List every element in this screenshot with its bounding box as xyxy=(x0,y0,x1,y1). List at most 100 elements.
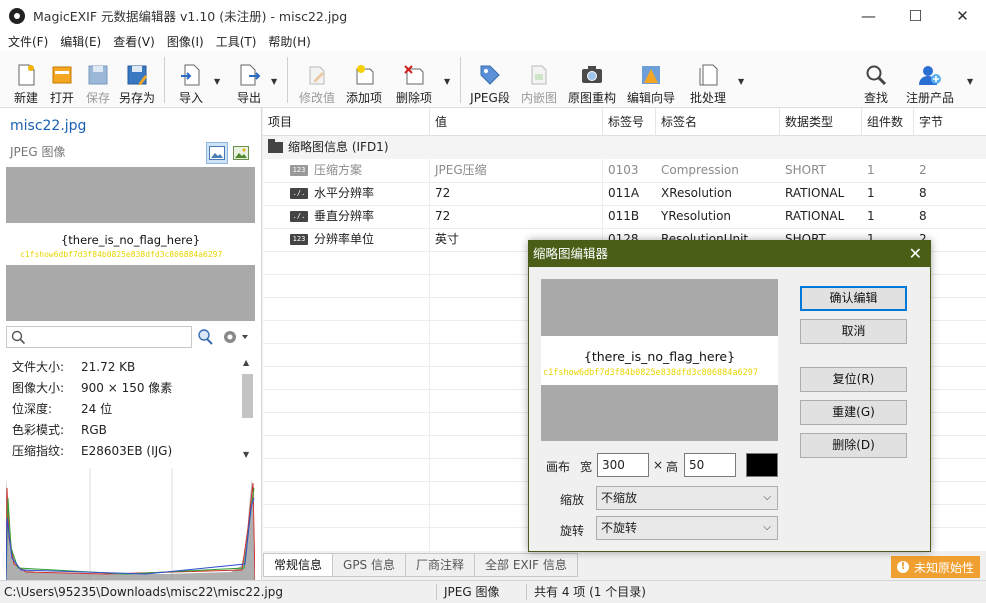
rotate-value: 不旋转 xyxy=(601,521,638,535)
ratio-icon: ./. xyxy=(290,188,308,199)
cancel-button[interactable]: 取消 xyxy=(800,319,907,344)
rebuild-button[interactable]: 重建(G) xyxy=(800,400,907,425)
delete-button[interactable]: 删除(D) xyxy=(800,433,907,458)
tab-gps[interactable]: GPS 信息 xyxy=(333,553,406,577)
color-histogram xyxy=(5,468,256,581)
open-button[interactable]: 打开 xyxy=(46,55,78,105)
left-panel: misc22.jpg JPEG 图像 {there_is_no_flag_her… xyxy=(0,108,262,581)
search-icon xyxy=(11,330,25,344)
import-dropdown-icon[interactable]: ▼ xyxy=(214,77,220,86)
menu-help[interactable]: 帮助(H) xyxy=(262,33,316,50)
cell-tag: 0103 xyxy=(608,163,639,177)
column-data-type[interactable]: 数据类型 xyxy=(780,108,862,136)
grid-line xyxy=(263,182,986,183)
maximize-button[interactable]: ☐ xyxy=(892,0,939,31)
close-button[interactable]: ✕ xyxy=(939,0,986,31)
export-button[interactable]: 导出 xyxy=(233,55,265,105)
height-input[interactable]: 50 xyxy=(684,453,736,477)
minimize-button[interactable]: — xyxy=(845,0,892,31)
menu-view[interactable]: 查看(V) xyxy=(107,33,161,50)
background-color-swatch[interactable] xyxy=(746,453,778,477)
info-row: 文件大小: 21.72 KB xyxy=(6,356,238,377)
column-tag-name[interactable]: 标签名 xyxy=(656,108,780,136)
save-as-button[interactable]: 另存为 xyxy=(117,55,157,105)
landscape-icon xyxy=(233,146,249,160)
save-button[interactable]: 保存 xyxy=(82,55,114,105)
scroll-down-icon[interactable]: ▼ xyxy=(243,450,249,459)
batch-button[interactable]: 批处理 xyxy=(688,55,728,105)
dialog-close-icon[interactable]: ✕ xyxy=(909,241,922,267)
width-label: 宽 xyxy=(580,460,593,474)
scale-select[interactable]: 不缩放 ⌵ xyxy=(596,486,778,510)
open-folder-icon xyxy=(50,63,74,87)
info-key: 位深度: xyxy=(12,402,53,416)
save-label: 保存 xyxy=(85,91,110,105)
delete-item-button[interactable]: 删除项 xyxy=(394,55,434,105)
column-count[interactable]: 组件数 xyxy=(862,108,914,136)
cell-value: 72 xyxy=(435,186,451,200)
menu-tools[interactable]: 工具(T) xyxy=(210,33,263,50)
export-label: 导出 xyxy=(236,91,261,105)
reset-button[interactable]: 复位(R) xyxy=(800,367,907,392)
export-dropdown-icon[interactable]: ▼ xyxy=(271,77,277,86)
tab-maker-notes[interactable]: 厂商注释 xyxy=(405,553,475,577)
search-go-icon[interactable] xyxy=(196,328,214,349)
jpeg-segment-button[interactable]: JPEG段 xyxy=(469,55,511,105)
status-path: C:\Users\95235\Downloads\misc22\misc22.j… xyxy=(4,585,283,599)
scroll-up-icon[interactable]: ▲ xyxy=(243,358,249,367)
batch-dropdown-icon[interactable]: ▼ xyxy=(738,77,744,86)
tab-all-exif[interactable]: 全部 EXIF 信息 xyxy=(475,553,578,577)
info-row: 色彩模式: RGB xyxy=(6,419,238,440)
column-value[interactable]: 值 xyxy=(430,108,603,136)
modify-value-button[interactable]: 修改值 xyxy=(297,55,337,105)
delete-dropdown-icon[interactable]: ▼ xyxy=(444,77,450,86)
width-input[interactable]: 300 xyxy=(597,453,649,477)
rotate-select[interactable]: 不旋转 ⌵ xyxy=(596,516,778,540)
menu-image[interactable]: 图像(I) xyxy=(161,33,210,50)
app-logo-icon xyxy=(9,7,25,24)
add-item-icon xyxy=(352,63,376,87)
cell-name: Compression xyxy=(661,163,739,177)
cell-item: 压缩方案 xyxy=(314,163,363,177)
tab-general[interactable]: 常规信息 xyxy=(263,553,334,577)
register-dropdown-icon[interactable]: ▼ xyxy=(967,77,973,86)
thumbnail-mode-button[interactable] xyxy=(230,142,252,164)
cell-bytes: 2 xyxy=(919,163,927,177)
search-input[interactable] xyxy=(6,326,192,348)
column-tag-id[interactable]: 标签号 xyxy=(603,108,656,136)
preview-mode-button[interactable] xyxy=(206,142,228,164)
authenticity-badge[interactable]: ! 未知原始性 xyxy=(891,556,980,578)
group-row[interactable]: 缩略图信息 (IFD1) xyxy=(263,136,986,159)
table-row[interactable]: ./. 垂直分辨率 72 011B YResolution RATIONAL 1 … xyxy=(263,205,986,228)
info-scrollbar[interactable]: ▲ ▼ xyxy=(240,356,255,464)
column-bytes[interactable]: 字节 xyxy=(914,108,986,136)
file-type: JPEG 图像 xyxy=(10,145,66,159)
menu-file[interactable]: 文件(F) xyxy=(2,33,54,50)
add-item-button[interactable]: 添加项 xyxy=(344,55,384,105)
open-label: 打开 xyxy=(49,91,74,105)
rebuild-original-button[interactable]: 原图重构 xyxy=(566,55,618,105)
register-button[interactable]: 注册产品 xyxy=(904,55,956,105)
find-button[interactable]: 查找 xyxy=(862,55,890,105)
window-title: MagicEXIF 元数据编辑器 v1.10 (未注册) - misc22.jp… xyxy=(33,9,348,24)
settings-gear-icon[interactable] xyxy=(222,328,250,349)
edit-wizard-button[interactable]: 编辑向导 xyxy=(625,55,677,105)
cell-item: 垂直分辨率 xyxy=(314,209,375,223)
column-item[interactable]: 项目 xyxy=(263,108,430,136)
group-label: 缩略图信息 (IFD1) xyxy=(288,140,389,154)
image-preview: {there_is_no_flag_here} c1fshow6dbf7d3f8… xyxy=(6,167,255,321)
grid-line xyxy=(263,205,986,206)
scroll-thumb[interactable] xyxy=(242,374,253,418)
embedded-image-button[interactable]: 内嵌图 xyxy=(519,55,559,105)
info-key: 压缩指纹: xyxy=(12,444,65,458)
jpeg-segment-label: JPEG段 xyxy=(470,91,510,105)
table-row[interactable]: 123 压缩方案 JPEG压缩 0103 Compression SHORT 1 … xyxy=(263,159,986,182)
menu-edit[interactable]: 编辑(E) xyxy=(54,33,107,50)
table-row[interactable]: ./. 水平分辨率 72 011A XResolution RATIONAL 1 … xyxy=(263,182,986,205)
import-button[interactable]: 导入 xyxy=(175,55,207,105)
new-button[interactable]: 新建 xyxy=(10,55,42,105)
status-divider xyxy=(436,584,437,600)
confirm-edit-button[interactable]: 确认编辑 xyxy=(800,286,907,311)
info-key: 色彩模式: xyxy=(12,423,65,437)
info-row: 压缩指纹: E28603EB (IJG) xyxy=(6,440,238,461)
